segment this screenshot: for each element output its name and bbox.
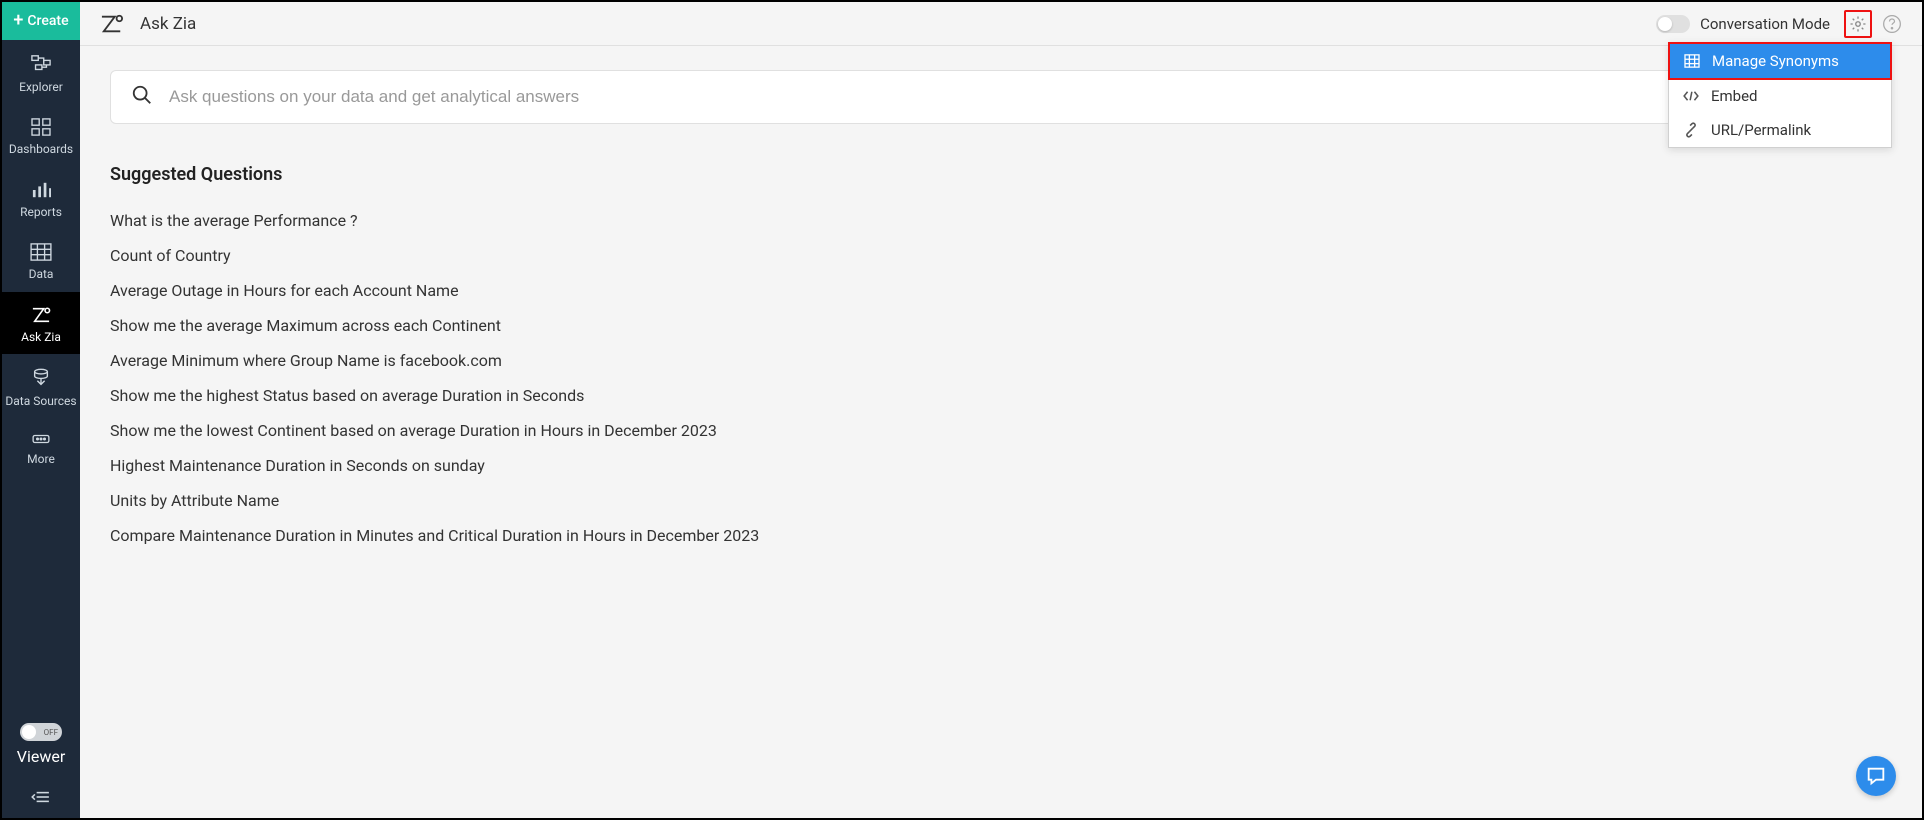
more-icon xyxy=(30,432,52,446)
dropdown-item-embed[interactable]: Embed xyxy=(1669,79,1891,113)
data-sources-icon xyxy=(30,368,52,388)
conversation-mode-toggle[interactable] xyxy=(1656,15,1690,33)
suggested-question[interactable]: Show me the average Maximum across each … xyxy=(110,308,1892,343)
plus-icon: + xyxy=(13,12,23,30)
sidebar-item-label: Explorer xyxy=(19,80,63,94)
sidebar-item-data[interactable]: Data xyxy=(2,229,80,291)
sidebar-item-explorer[interactable]: Explorer xyxy=(2,40,80,104)
sidebar-item-more[interactable]: More xyxy=(2,418,80,476)
help-button[interactable] xyxy=(1880,12,1904,36)
suggested-question[interactable]: Units by Attribute Name xyxy=(110,483,1892,518)
topbar: Ask Zia Conversation Mode xyxy=(80,2,1922,46)
sidebar-item-reports[interactable]: Reports xyxy=(2,167,80,229)
sidebar: + Create Explorer Dashboards Reports xyxy=(2,2,80,818)
code-icon xyxy=(1681,90,1701,102)
sidebar-item-dashboards[interactable]: Dashboards xyxy=(2,104,80,166)
suggested-question[interactable]: Show me the highest Status based on aver… xyxy=(110,378,1892,413)
chat-fab-button[interactable] xyxy=(1856,756,1896,796)
data-icon xyxy=(30,243,52,261)
suggested-question[interactable]: What is the average Performance ? xyxy=(110,203,1892,238)
chat-icon xyxy=(1865,765,1887,787)
reports-icon xyxy=(31,181,51,199)
sidebar-item-label: Dashboards xyxy=(9,142,73,156)
suggested-questions-title: Suggested Questions xyxy=(110,164,1892,185)
content-area: Suggested Questions What is the average … xyxy=(80,46,1922,818)
sidebar-item-label: Data Sources xyxy=(5,394,76,408)
zia-icon xyxy=(30,306,52,324)
viewer-label: Viewer xyxy=(17,747,66,766)
sidebar-item-ask-zia[interactable]: Ask Zia xyxy=(2,292,80,354)
zia-logo-icon xyxy=(98,13,126,35)
toggle-pill[interactable]: OFF xyxy=(20,723,62,741)
conversation-mode-label: Conversation Mode xyxy=(1700,15,1830,33)
create-button[interactable]: + Create xyxy=(2,2,80,40)
suggested-question[interactable]: Average Outage in Hours for each Account… xyxy=(110,273,1892,308)
dashboards-icon xyxy=(31,118,51,136)
help-icon xyxy=(1882,14,1902,34)
settings-dropdown: Manage Synonyms Embed URL/Permalink xyxy=(1668,42,1892,148)
dropdown-item-manage-synonyms[interactable]: Manage Synonyms xyxy=(1668,42,1892,80)
search-box[interactable] xyxy=(110,70,1892,124)
sidebar-item-label: More xyxy=(27,452,55,466)
link-icon xyxy=(1681,122,1701,138)
dropdown-label: URL/Permalink xyxy=(1711,121,1811,139)
search-input[interactable] xyxy=(169,87,1871,107)
suggested-question[interactable]: Highest Maintenance Duration in Seconds … xyxy=(110,448,1892,483)
viewer-toggle[interactable]: OFF Viewer xyxy=(2,713,80,776)
dropdown-label: Embed xyxy=(1711,87,1758,105)
create-label: Create xyxy=(27,13,68,29)
suggested-question[interactable]: Count of Country xyxy=(110,238,1892,273)
sidebar-item-label: Ask Zia xyxy=(21,330,61,344)
sidebar-item-data-sources[interactable]: Data Sources xyxy=(2,354,80,418)
suggested-question[interactable]: Compare Maintenance Duration in Minutes … xyxy=(110,518,1892,553)
settings-button[interactable] xyxy=(1844,10,1872,38)
sidebar-item-label: Reports xyxy=(20,205,62,219)
explorer-icon xyxy=(30,54,52,74)
dropdown-item-permalink[interactable]: URL/Permalink xyxy=(1669,113,1891,147)
grid-icon xyxy=(1682,54,1702,68)
dropdown-label: Manage Synonyms xyxy=(1712,52,1839,70)
sidebar-item-label: Data xyxy=(29,267,54,281)
suggested-question[interactable]: Average Minimum where Group Name is face… xyxy=(110,343,1892,378)
gear-icon xyxy=(1849,15,1867,33)
collapse-sidebar-button[interactable] xyxy=(2,776,80,818)
toggle-off-label: OFF xyxy=(44,728,58,737)
search-icon xyxy=(131,84,153,110)
main-area: Ask Zia Conversation Mode xyxy=(80,2,1922,818)
suggested-question[interactable]: Show me the lowest Continent based on av… xyxy=(110,413,1892,448)
page-title: Ask Zia xyxy=(140,14,196,34)
